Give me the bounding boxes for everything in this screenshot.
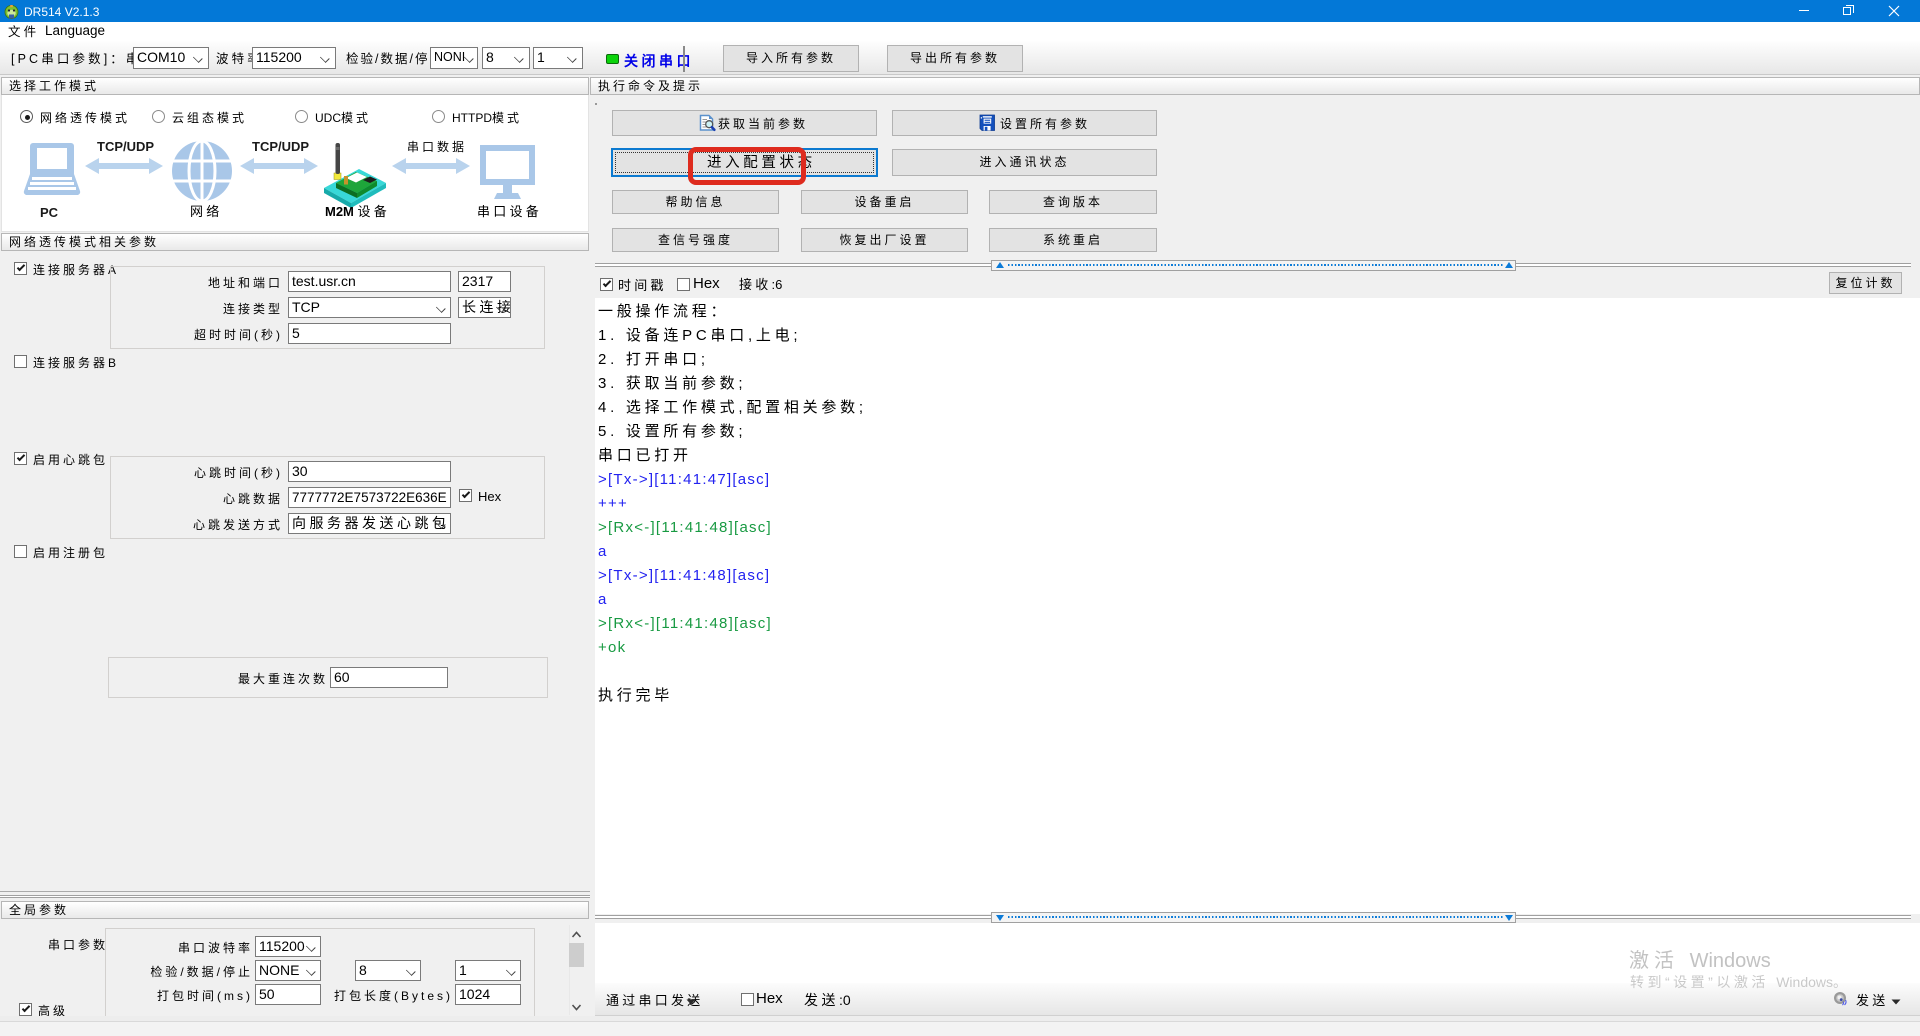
svg-text:PC: PC [40,205,59,220]
svg-text:TCP/UDP: TCP/UDP [97,139,154,154]
svg-text:TCP/UDP: TCP/UDP [252,139,309,154]
